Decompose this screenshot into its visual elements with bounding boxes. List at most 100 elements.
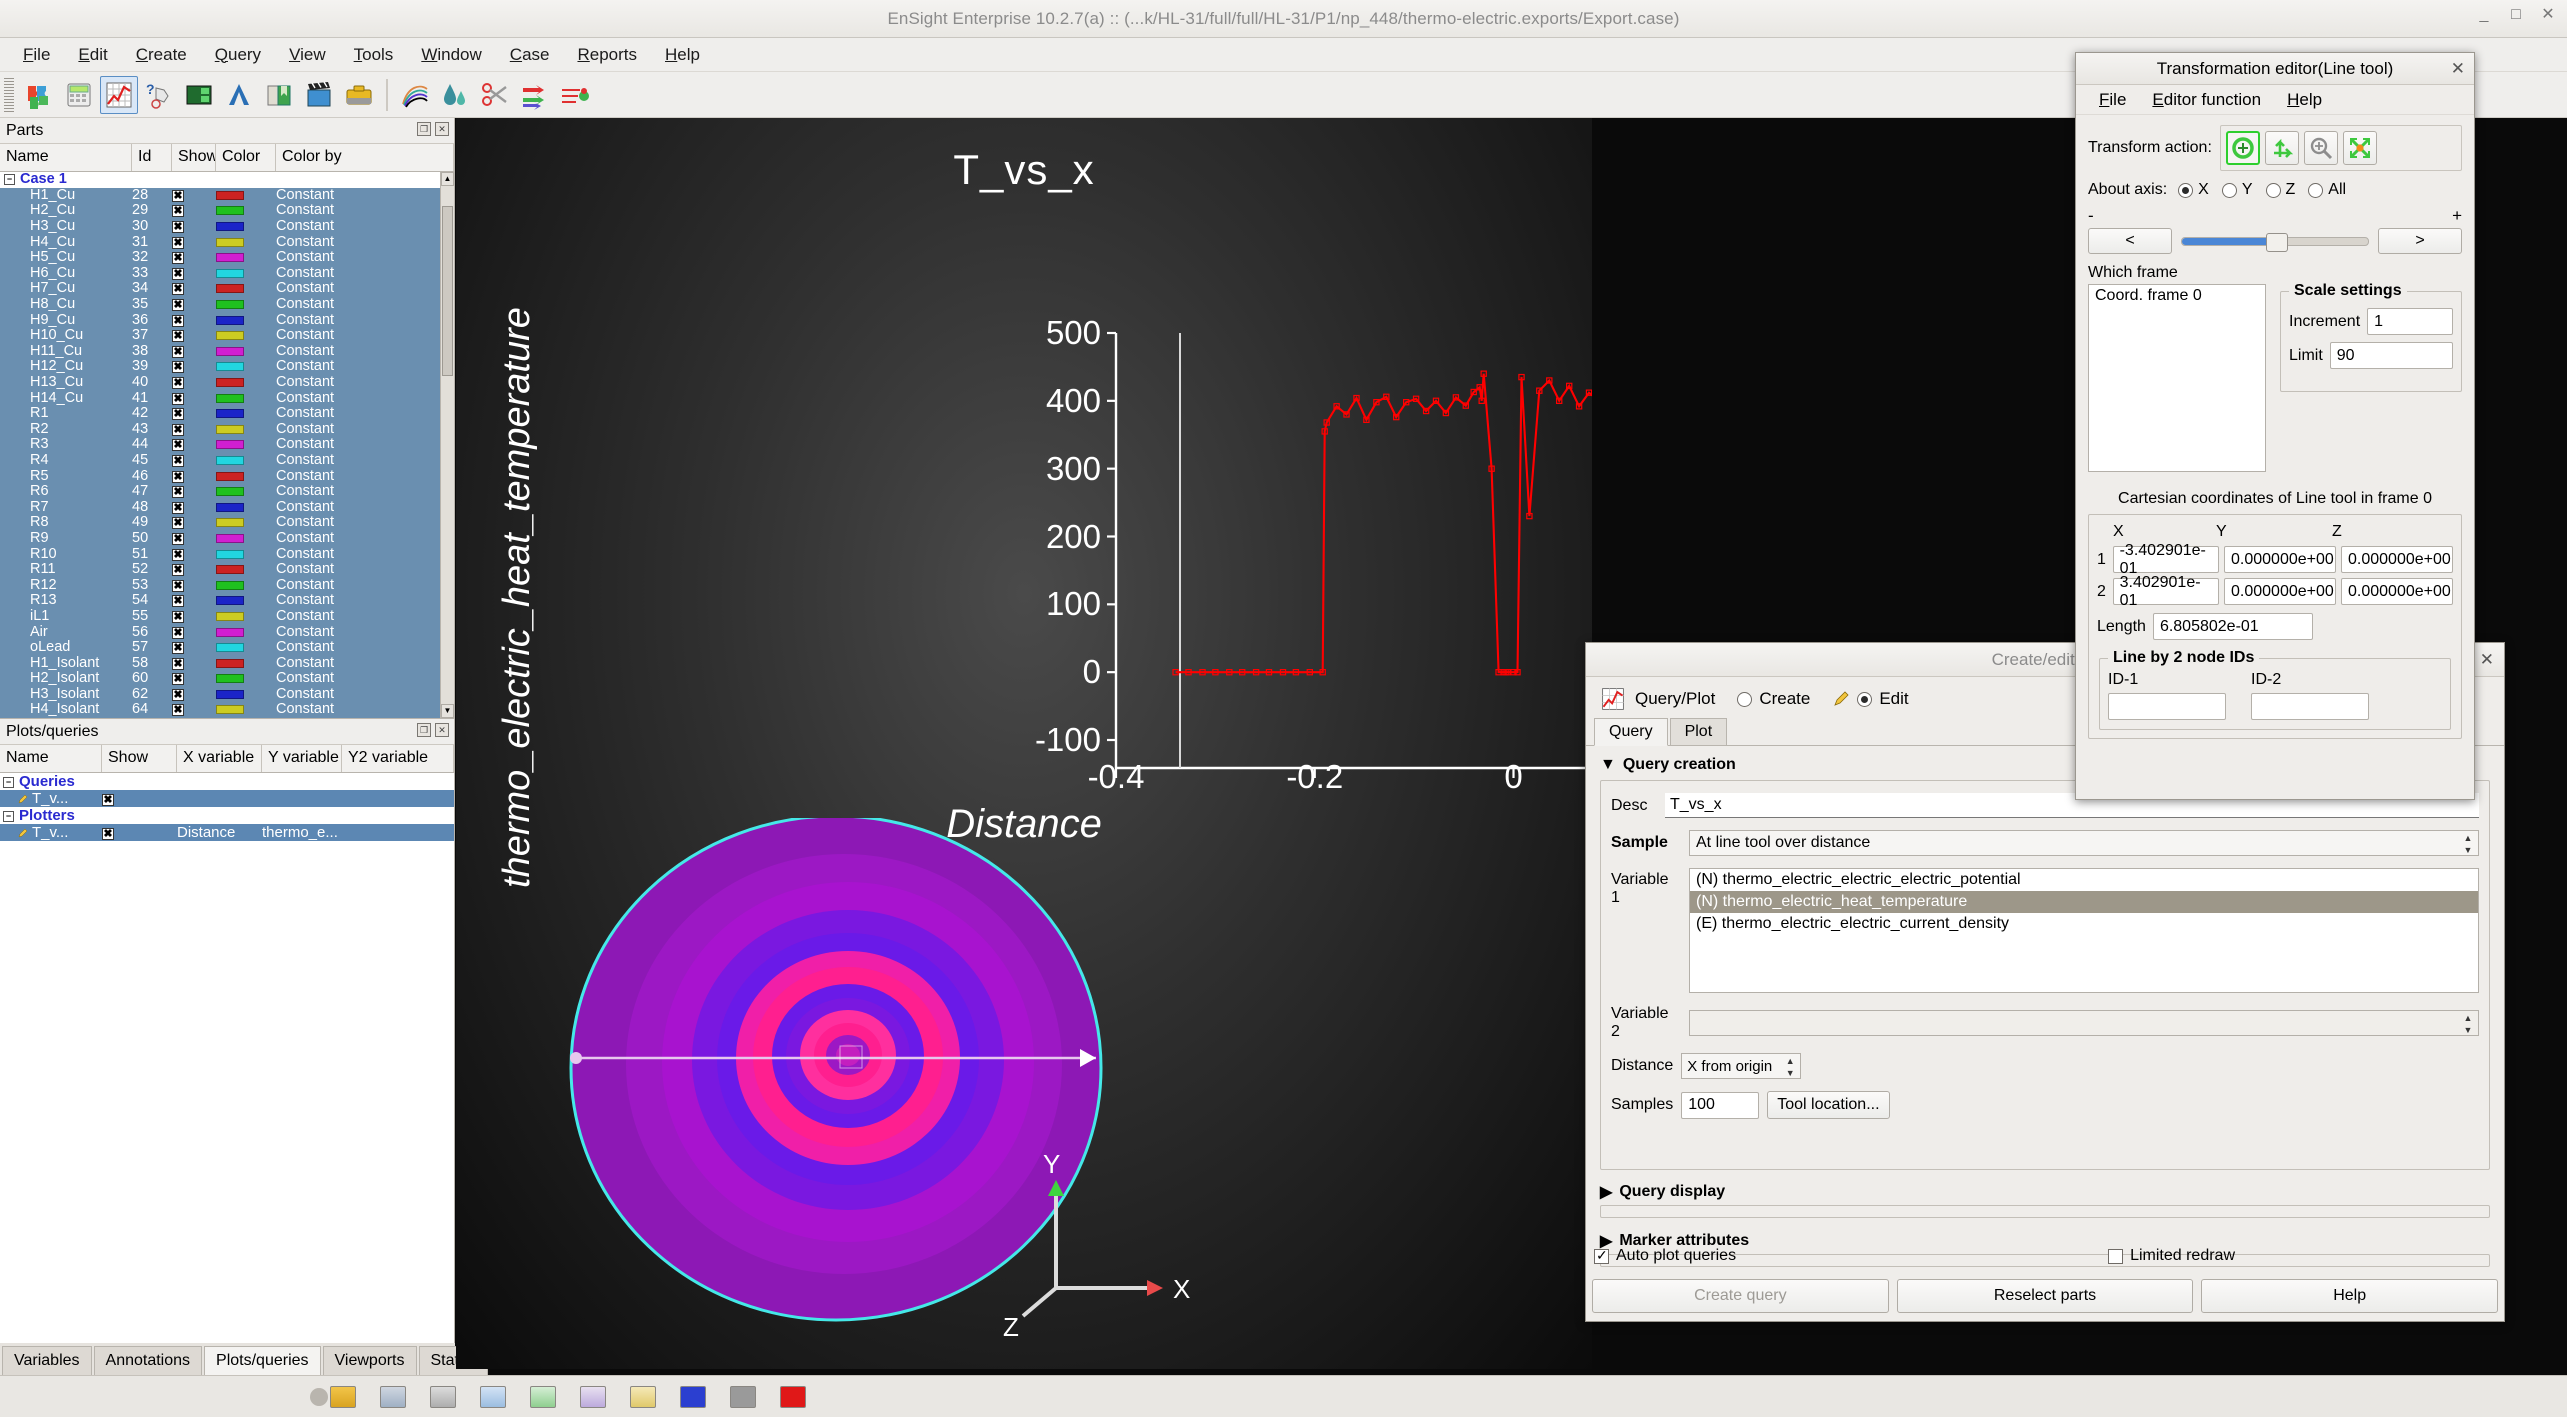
status-undo-icon[interactable] (480, 1385, 506, 1408)
scale-icon[interactable] (2342, 131, 2377, 165)
part-color-by[interactable]: Constant (276, 608, 454, 624)
part-color-swatch[interactable] (216, 393, 276, 403)
part-color-by[interactable]: Constant (276, 328, 454, 343)
parts-row[interactable]: H4_Cu 31 ✖ Constant (0, 234, 454, 250)
part-color-by[interactable]: Constant (276, 421, 454, 437)
query-tab-plot[interactable]: Plot (1669, 718, 1728, 745)
part-color-by[interactable]: Constant (276, 702, 454, 717)
status-palette-red-icon[interactable] (780, 1385, 806, 1408)
part-color-by[interactable]: Constant (276, 640, 454, 655)
part-show-toggle[interactable]: ✖ (172, 671, 216, 686)
part-show-toggle[interactable]: ✖ (172, 593, 216, 608)
axis-radio-y[interactable]: Y (2221, 181, 2253, 199)
tool-location-button[interactable]: Tool location... (1767, 1091, 1890, 1119)
parts-case-row[interactable]: − Case 1 (0, 172, 454, 188)
parts-row[interactable]: H13_Cu 40 ✖ Constant (0, 375, 454, 391)
animation-icon[interactable] (300, 76, 338, 114)
bottom-tab-annotations[interactable]: Annotations (93, 1346, 203, 1375)
part-color-swatch[interactable] (216, 206, 276, 216)
coord-z-input[interactable]: 0.000000e+00 (2341, 546, 2453, 573)
part-color-swatch[interactable] (216, 502, 276, 512)
parts-row[interactable]: R12 53 ✖ Constant (0, 577, 454, 594)
plots-column-x-variable[interactable]: X variable (177, 745, 262, 772)
parts-row[interactable]: H3_Isolant 62 ✖ Constant (0, 686, 454, 703)
plots-row[interactable]: T_v... ✖ (0, 790, 454, 807)
clip-scissors-icon[interactable] (476, 76, 514, 114)
parts-panel-undock-button[interactable]: ❐ (417, 122, 431, 136)
part-color-by[interactable]: Constant (276, 686, 454, 702)
mode-edit-radio[interactable]: Edit (1832, 689, 1909, 709)
transform-dialog-close-button[interactable]: ✕ (2451, 59, 2465, 79)
status-rotate-icon[interactable] (580, 1385, 606, 1408)
part-show-toggle[interactable]: ✖ (172, 235, 216, 250)
group-expander-icon[interactable]: − (3, 810, 14, 822)
part-color-swatch[interactable] (216, 533, 276, 543)
distance-dropdown[interactable]: X from origin ▲ ▼ (1681, 1053, 1802, 1079)
samples-input[interactable]: 100 (1681, 1091, 1760, 1119)
bottom-tab-plots-queries[interactable]: Plots/queries (204, 1346, 321, 1375)
menu-item-edit[interactable]: Edit (65, 41, 120, 69)
reselect-parts-button[interactable]: Reselect parts (1896, 1279, 2194, 1313)
parts-row[interactable]: H5_Cu 32 ✖ Constant (0, 250, 454, 266)
parts-row[interactable]: R5 46 ✖ Constant (0, 468, 454, 484)
part-show-toggle[interactable]: ✖ (172, 406, 216, 421)
parts-row[interactable]: iL1 55 ✖ Constant (0, 608, 454, 625)
part-color-by[interactable]: Constant (276, 359, 454, 374)
parts-row[interactable]: oLead 57 ✖ Constant (0, 640, 454, 656)
status-text-icon[interactable] (630, 1385, 656, 1408)
part-show-toggle[interactable]: ✖ (172, 266, 216, 281)
rotate-icon[interactable] (2225, 131, 2260, 165)
axis-radio-circle[interactable] (2265, 182, 2281, 198)
part-show-toggle[interactable]: ✖ (172, 422, 216, 437)
part-color-swatch[interactable] (216, 487, 276, 497)
parts-row[interactable]: H8_Cu 35 ✖ Constant (0, 297, 454, 313)
query-tab-query[interactable]: Query (1594, 718, 1668, 746)
parts-row[interactable]: H2_Cu 29 ✖ Constant (0, 203, 454, 219)
parts-row[interactable]: R3 44 ✖ Constant (0, 437, 454, 453)
part-color-swatch[interactable] (216, 658, 276, 668)
variable2-dropdown[interactable]: ▲ ▼ (1689, 1010, 2479, 1036)
transform-slider[interactable] (2181, 232, 2369, 252)
sample-spinner-icon[interactable]: ▲ ▼ (2461, 834, 2475, 855)
plots-row[interactable]: T_v... ✖ Distance thermo_e... (0, 824, 454, 841)
coord-y-input[interactable]: 0.000000e+00 (2224, 546, 2336, 573)
parts-panel-close-button[interactable]: ✕ (435, 122, 449, 136)
part-color-by[interactable]: Constant (276, 624, 454, 640)
part-color-swatch[interactable] (216, 253, 276, 263)
plot-icon[interactable] (100, 75, 138, 114)
menu-item-reports[interactable]: Reports (564, 41, 650, 69)
case-expander-icon[interactable]: − (4, 173, 15, 185)
parts-vertical-scrollbar[interactable]: ▲ ▼ (440, 172, 454, 718)
axis-radio-z[interactable]: Z (2265, 181, 2295, 199)
part-color-by[interactable]: Constant (276, 406, 454, 421)
transform-menu-editor-function[interactable]: Editor function (2141, 87, 2272, 113)
part-color-by[interactable]: Constant (276, 655, 454, 671)
menu-item-help[interactable]: Help (652, 41, 713, 69)
part-color-by[interactable]: Constant (276, 593, 454, 608)
annotation-text-icon[interactable] (220, 76, 258, 114)
part-show-toggle[interactable]: ✖ (172, 515, 216, 530)
part-color-by[interactable]: Constant (276, 234, 454, 250)
part-show-toggle[interactable]: ✖ (172, 484, 216, 499)
part-show-toggle[interactable]: ✖ (172, 297, 216, 312)
parts-row[interactable]: H10_Cu 37 ✖ Constant (0, 328, 454, 344)
part-color-swatch[interactable] (216, 284, 276, 294)
mode-create-radio[interactable]: Create (1737, 689, 1810, 709)
part-color-swatch[interactable] (216, 268, 276, 278)
part-show-toggle[interactable]: ✖ (172, 609, 216, 624)
part-color-swatch[interactable] (216, 409, 276, 419)
parts-row[interactable]: R4 45 ✖ Constant (0, 452, 454, 469)
streamline-icon[interactable] (396, 76, 434, 114)
part-show-toggle[interactable]: ✖ (172, 656, 216, 671)
parts-column-id[interactable]: Id (132, 144, 172, 171)
plots-column-y-variable[interactable]: Y variable (262, 745, 342, 772)
auto-plot-queries-checkbox[interactable]: Auto plot queries (1594, 1247, 1736, 1265)
scroll-up-arrow[interactable]: ▲ (441, 172, 454, 186)
parts-row[interactable]: R7 48 ✖ Constant (0, 499, 454, 516)
part-color-by[interactable]: Constant (276, 219, 454, 234)
part-show-toggle[interactable]: ✖ (172, 531, 216, 546)
part-show-toggle[interactable]: ✖ (172, 203, 216, 218)
plots-panel-close-button[interactable]: ✕ (435, 723, 449, 737)
menu-item-tools[interactable]: Tools (341, 41, 407, 69)
part-show-toggle[interactable]: ✖ (172, 344, 216, 359)
